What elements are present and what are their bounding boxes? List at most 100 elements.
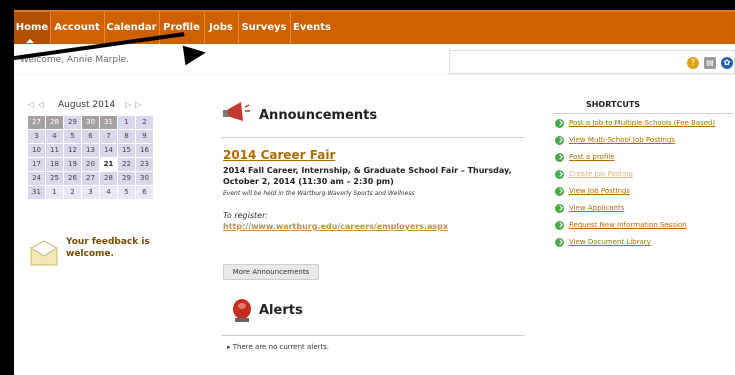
envelope-icon [30, 240, 58, 266]
prev-year-icon[interactable]: ◁ [28, 100, 34, 109]
shortcuts-list: Post a Job to Multiple Schools (Fee Base… [553, 118, 735, 254]
shortcut-link[interactable]: View Document Library [553, 237, 735, 248]
calendar-day[interactable]: 13 [82, 144, 99, 157]
sub-header: Welcome, Annie Marple. ? ▤ ✿ [14, 44, 735, 75]
shortcut-arrow-icon [555, 136, 564, 145]
shortcut-arrow-icon [555, 170, 564, 179]
shortcut-link[interactable]: Post a profile [553, 152, 735, 163]
register-link[interactable]: http://www.wartburg.edu/careers/employer… [223, 222, 448, 231]
calendar-day[interactable]: 10 [28, 144, 45, 157]
shortcut-link[interactable]: View Job Postings [553, 186, 735, 197]
more-announcements-button[interactable]: More Announcements [223, 264, 319, 280]
calendar-day[interactable]: 28 [100, 172, 117, 185]
calendar-day[interactable]: 9 [136, 130, 153, 143]
divider [221, 137, 525, 138]
calendar-day[interactable]: 24 [28, 172, 45, 185]
register-label: To register: [223, 211, 269, 220]
nav-calendar-label: Calendar [106, 22, 157, 33]
shortcut-link[interactable]: View Multi-School Job Postings [553, 135, 735, 146]
nav-profile[interactable]: Profile [159, 12, 205, 44]
alerts-title: Alerts [259, 303, 303, 318]
feedback-widget[interactable]: Your feedback is welcome. [30, 236, 170, 276]
nav-surveys[interactable]: Surveys [238, 12, 291, 44]
megaphone-icon [223, 102, 250, 121]
shortcut-label: View Document Library [569, 238, 651, 246]
shortcut-arrow-icon [555, 221, 564, 230]
shortcut-link[interactable]: Request New Information Session [553, 220, 735, 231]
shortcut-arrow-icon [555, 187, 564, 196]
top-nav: Home Account Calendar Profile Jobs Surve… [14, 10, 735, 44]
no-alerts-text: ▸ There are no current alerts. [227, 343, 329, 351]
no-alerts-label: There are no current alerts. [232, 343, 330, 351]
calendar-day[interactable]: 8 [118, 130, 135, 143]
calendar-day[interactable]: 14 [100, 144, 117, 157]
calendar-day[interactable]: 31 [28, 186, 45, 199]
calendar-day[interactable]: 29 [64, 116, 81, 129]
nav-events[interactable]: Events [290, 12, 334, 44]
calendar-day[interactable]: 18 [46, 158, 63, 171]
calendar-day[interactable]: 25 [46, 172, 63, 185]
calendar-day[interactable]: 4 [100, 186, 117, 199]
calendar-day[interactable]: 29 [118, 172, 135, 185]
calendar-day[interactable]: 23 [136, 158, 153, 171]
nav-events-label: Events [293, 22, 331, 33]
calendar-day[interactable]: 5 [64, 130, 81, 143]
calendar-day[interactable]: 28 [46, 116, 63, 129]
shortcut-arrow-icon [555, 153, 564, 162]
calendar-day[interactable]: 6 [82, 130, 99, 143]
settings-icon[interactable]: ✿ [721, 57, 733, 69]
calendar-day[interactable]: 1 [46, 186, 63, 199]
divider [221, 335, 525, 336]
calendar-day[interactable]: 3 [28, 130, 45, 143]
calendar-day[interactable]: 17 [28, 158, 45, 171]
toolbar-box: ? ▤ ✿ [449, 50, 735, 74]
shortcut-label: View Job Postings [569, 187, 630, 195]
calendar-grid: 27 28 29 30 31 1 2 3 4 5 6 7 8 9 10 11 12 13 14 15 16 17 18 19 2… [28, 116, 153, 199]
divider [553, 113, 733, 114]
calendar-day[interactable]: 2 [136, 116, 153, 129]
fair-description: 2014 Fall Career, Internship, & Graduate… [223, 166, 512, 186]
calendar-day[interactable]: 22 [118, 158, 135, 171]
calendar-day[interactable]: 30 [82, 116, 99, 129]
career-fair-link[interactable]: 2014 Career Fair [223, 148, 335, 162]
prev-month-icon[interactable]: ◁ [38, 100, 44, 109]
calendar-day[interactable]: 15 [118, 144, 135, 157]
nav-home[interactable]: Home [14, 12, 51, 44]
calendar-day[interactable]: 26 [64, 172, 81, 185]
calendar-day[interactable]: 4 [46, 130, 63, 143]
fair-note: Event will be held in the Wartburg-Waver… [223, 190, 415, 197]
calendar-day[interactable]: 5 [118, 186, 135, 199]
calendar-day[interactable]: 11 [46, 144, 63, 157]
calendar-day[interactable]: 16 [136, 144, 153, 157]
next-month-icon[interactable]: ▷ [125, 100, 131, 109]
calendar-day[interactable]: 6 [136, 186, 153, 199]
shortcut-link[interactable]: View Applicants [553, 203, 735, 214]
calendar-day[interactable]: 27 [82, 172, 99, 185]
calendar-day[interactable]: 7 [100, 130, 117, 143]
shortcut-link[interactable]: Create Job Posting [553, 169, 735, 180]
calendar-day[interactable]: 12 [64, 144, 81, 157]
nav-jobs-label: Jobs [209, 22, 233, 33]
calendar-day[interactable]: 20 [82, 158, 99, 171]
shortcut-link[interactable]: Post a Job to Multiple Schools (Fee Base… [553, 118, 735, 129]
calendar-day[interactable]: 31 [100, 116, 117, 129]
calendar-header: ◁ ◁ August 2014 ▷ ▷ [28, 97, 152, 113]
calendar-day[interactable]: 27 [28, 116, 45, 129]
help-icon[interactable]: ? [687, 57, 699, 69]
calendar-day[interactable]: 19 [64, 158, 81, 171]
shortcuts-panel: SHORTCUTS Post a Job to Multiple Schools… [553, 100, 735, 247]
next-year-icon[interactable]: ▷ [135, 100, 141, 109]
shortcut-label: Request New Information Session [569, 221, 687, 229]
print-icon[interactable]: ▤ [704, 57, 716, 69]
calendar-day[interactable]: 1 [118, 116, 135, 129]
annotation-arrow-head-icon [182, 42, 208, 66]
calendar-title: August 2014 [58, 100, 116, 110]
calendar-day[interactable]: 30 [136, 172, 153, 185]
calendar-day[interactable]: 2 [64, 186, 81, 199]
calendar-day[interactable]: 21 [100, 158, 117, 171]
app-frame: Home Account Calendar Profile Jobs Surve… [14, 10, 735, 375]
nav-account[interactable]: Account [50, 12, 105, 44]
nav-jobs[interactable]: Jobs [204, 12, 239, 44]
shortcut-label: Create Job Posting [569, 170, 633, 178]
calendar-day[interactable]: 3 [82, 186, 99, 199]
